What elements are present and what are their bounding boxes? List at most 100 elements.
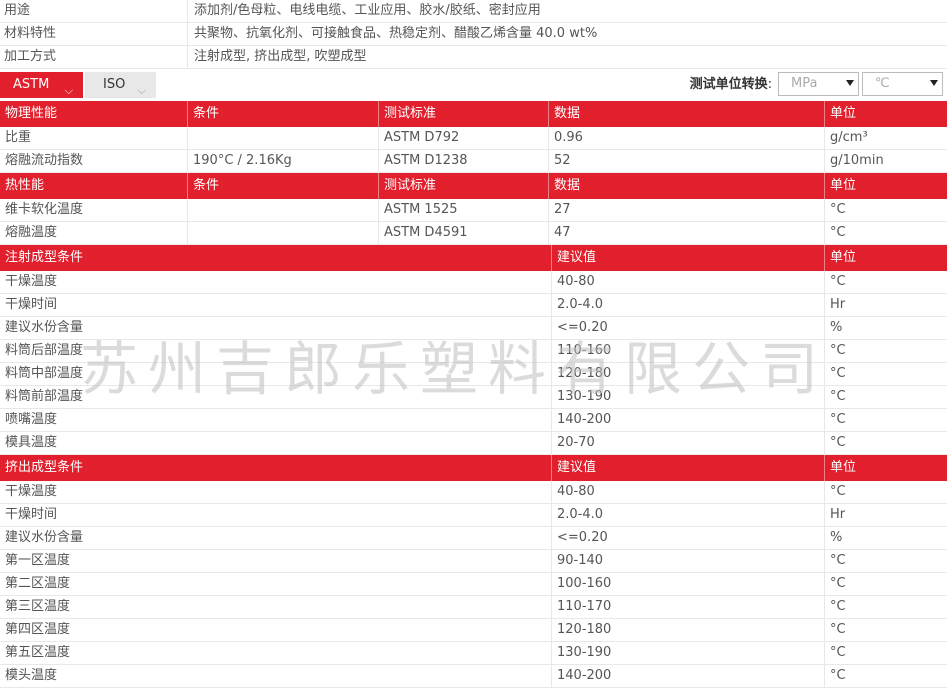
table-cell: °C xyxy=(830,274,846,289)
temperature-unit-select[interactable]: ℃ xyxy=(862,72,943,96)
header-cell: 测试标准 xyxy=(379,173,549,199)
table-cell: °C xyxy=(830,343,846,358)
info-value: 共聚物、抗氧化剂、可接触食品、热稳定剂、醋酸乙烯含量 40.0 wt% xyxy=(194,26,598,41)
table-cell: 模头温度 xyxy=(0,665,552,687)
tab-iso[interactable]: ISO ⌵ xyxy=(85,72,156,98)
table-cell: 40-80 xyxy=(552,271,825,293)
table-cell: ASTM 1525 xyxy=(379,199,549,221)
table-cell: 熔融流动指数 xyxy=(0,150,188,172)
pressure-unit-select[interactable]: MPa xyxy=(778,72,859,96)
injection-header: 注射成型条件 建议值 单位 xyxy=(0,245,947,271)
header-cell: 单位 xyxy=(830,460,857,475)
table-cell: °C xyxy=(830,599,846,614)
table-cell: 干燥温度 xyxy=(0,271,552,293)
table-row: 建议水份含量 <=0.20% xyxy=(0,527,947,550)
table-cell: 第三区温度 xyxy=(0,596,552,618)
info-section: 用途 添加剂/色母粒、电线电缆、工业应用、胶水/胶纸、密封应用 材料特性 共聚物… xyxy=(0,0,947,69)
table-cell: 比重 xyxy=(0,127,188,149)
info-value: 注射成型, 挤出成型, 吹塑成型 xyxy=(194,49,367,64)
header-cell: 测试标准 xyxy=(379,101,549,127)
table-cell xyxy=(188,199,379,221)
dropdown-arrow-icon xyxy=(930,80,938,86)
header-cell: 物理性能 xyxy=(0,101,188,127)
pressure-unit-value: MPa xyxy=(791,76,818,91)
table-cell: 140-200 xyxy=(552,409,825,431)
header-cell: 建议值 xyxy=(552,455,825,481)
physical-table: 物理性能 条件 测试标准 数据 单位 比重 ASTM D792 0.96 g/cm³ 熔融流动指数… xyxy=(0,101,947,173)
table-cell: % xyxy=(830,530,843,545)
info-key: 材料特性 xyxy=(0,23,188,45)
info-row-features: 材料特性 共聚物、抗氧化剂、可接触食品、热稳定剂、醋酸乙烯含量 40.0 wt% xyxy=(0,23,947,46)
table-cell: ASTM D1238 xyxy=(379,150,549,172)
table-cell: ASTM D4591 xyxy=(379,222,549,244)
table-cell: 维卡软化温度 xyxy=(0,199,188,221)
table-cell: 110-170 xyxy=(552,596,825,618)
table-row: 建议水份含量 <=0.20% xyxy=(0,317,947,340)
tab-astm-label: ASTM xyxy=(13,77,50,92)
table-row: 模具温度 20-70 °C xyxy=(0,432,947,455)
table-cell: 40-80 xyxy=(552,481,825,503)
table-cell: °C xyxy=(830,622,846,637)
table-cell: 110-160 xyxy=(552,340,825,362)
table-cell: 干燥时间 xyxy=(0,294,552,316)
property-tables: 物理性能 条件 测试标准 数据 单位 比重 ASTM D792 0.96 g/cm³ 熔融流动指数… xyxy=(0,101,947,688)
header-cell: 数据 xyxy=(549,173,825,199)
table-cell: g/cm³ xyxy=(830,130,868,145)
table-cell: 建议水份含量 xyxy=(0,527,552,549)
table-cell: 料筒中部温度 xyxy=(0,363,552,385)
chevron-down-icon: ⌵ xyxy=(64,84,73,97)
table-cell: 第五区温度 xyxy=(0,642,552,664)
header-cell: 单位 xyxy=(830,106,857,121)
table-row: 料筒前部温度 130-190 °C xyxy=(0,386,947,409)
tab-iso-label: ISO xyxy=(103,77,126,92)
unit-convert-label: 测试单位转换: xyxy=(689,77,772,92)
table-cell: 90-140 xyxy=(552,550,825,572)
dropdown-arrow-icon xyxy=(846,80,854,86)
info-row-usage: 用途 添加剂/色母粒、电线电缆、工业应用、胶水/胶纸、密封应用 xyxy=(0,0,947,23)
header-cell: 热性能 xyxy=(0,173,188,199)
table-cell: °C xyxy=(830,366,846,381)
table-cell: 130-190 xyxy=(552,386,825,408)
table-cell: 第二区温度 xyxy=(0,573,552,595)
table-cell xyxy=(188,222,379,244)
header-cell: 数据 xyxy=(549,101,825,127)
extrusion-header: 挤出成型条件 建议值 单位 xyxy=(0,455,947,481)
table-row: 喷嘴温度 140-200 °C xyxy=(0,409,947,432)
table-cell: 料筒前部温度 xyxy=(0,386,552,408)
table-row: 第三区温度 110-170 °C xyxy=(0,596,947,619)
tab-astm[interactable]: ASTM ⌵ xyxy=(0,72,83,98)
table-cell: 模具温度 xyxy=(0,432,552,454)
physical-header: 物理性能 条件 测试标准 数据 单位 xyxy=(0,101,947,127)
table-cell: 47 xyxy=(549,222,825,244)
table-cell: 27 xyxy=(549,199,825,221)
table-cell: 190°C / 2.16Kg xyxy=(188,150,379,172)
table-cell: 干燥温度 xyxy=(0,481,552,503)
table-cell: 120-180 xyxy=(552,363,825,385)
table-cell: °C xyxy=(830,435,846,450)
table-cell: °C xyxy=(830,225,846,240)
table-row: 熔融温度 ASTM D4591 47 °C xyxy=(0,222,947,245)
info-value: 添加剂/色母粒、电线电缆、工业应用、胶水/胶纸、密封应用 xyxy=(194,3,541,18)
table-cell: 第一区温度 xyxy=(0,550,552,572)
table-cell: 100-160 xyxy=(552,573,825,595)
table-row: 料筒后部温度 110-160 °C xyxy=(0,340,947,363)
table-cell: °C xyxy=(830,484,846,499)
thermal-table: 热性能 条件 测试标准 数据 单位 维卡软化温度 ASTM 1525 27 °C 熔融温度 ASTM… xyxy=(0,173,947,245)
table-cell: Hr xyxy=(830,507,846,522)
table-cell: 52 xyxy=(549,150,825,172)
table-row: 维卡软化温度 ASTM 1525 27 °C xyxy=(0,199,947,222)
info-row-processing: 加工方式 注射成型, 挤出成型, 吹塑成型 xyxy=(0,46,947,69)
table-cell: 干燥时间 xyxy=(0,504,552,526)
header-cell: 条件 xyxy=(188,173,379,199)
header-cell: 注射成型条件 xyxy=(0,245,552,271)
table-cell: °C xyxy=(830,645,846,660)
table-cell: 2.0-4.0 xyxy=(552,504,825,526)
header-cell: 建议值 xyxy=(552,245,825,271)
table-cell: 料筒后部温度 xyxy=(0,340,552,362)
injection-table: 注射成型条件 建议值 单位 干燥温度 40-80 °C 干燥时间 2.0-4.0 Hr 建议水份含… xyxy=(0,245,947,455)
table-cell: 140-200 xyxy=(552,665,825,687)
table-row: 料筒中部温度 120-180 °C xyxy=(0,363,947,386)
table-cell: 建议水份含量 xyxy=(0,317,552,339)
table-row: 干燥时间 2.0-4.0 Hr xyxy=(0,504,947,527)
table-row: 干燥时间 2.0-4.0 Hr xyxy=(0,294,947,317)
